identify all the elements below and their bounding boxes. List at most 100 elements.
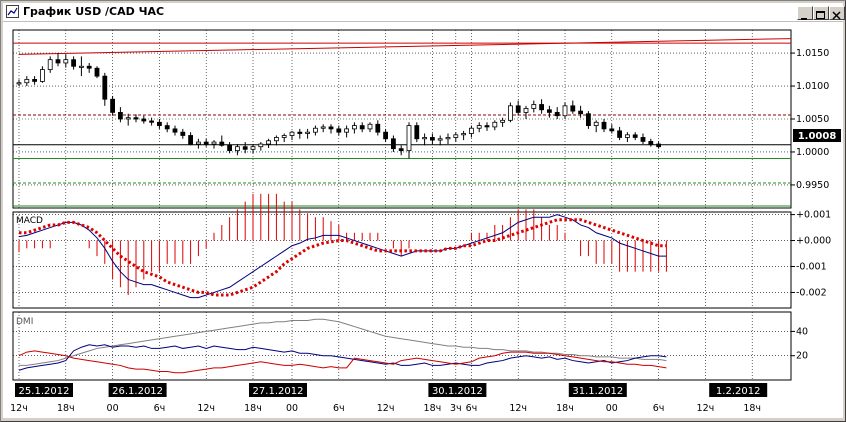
candle-body (453, 134, 459, 138)
candle-body (422, 137, 428, 140)
candle-body (250, 146, 256, 150)
candle-body (55, 59, 61, 64)
candle-body (133, 117, 139, 120)
candle-body (24, 79, 30, 84)
price-tick-label: 0.9950 (796, 180, 829, 191)
minimize-button[interactable] (797, 6, 813, 20)
candle-body (492, 121, 498, 128)
dmi-tick-label: 40 (796, 326, 808, 337)
hour-label: 18ч (743, 403, 761, 414)
candle-body (625, 134, 630, 138)
date-badge-label: 30.1.2012 (432, 386, 483, 397)
candle-body (609, 128, 615, 132)
close-icon (832, 11, 841, 20)
candle-body (632, 134, 638, 138)
candle-body (180, 131, 186, 136)
candle-body (258, 143, 264, 148)
chart-area: 1.0150 1.0100 1.0050 1.0000 0.9950 1.0008 +0… (3, 22, 843, 418)
date-badge-label: 26.1.2012 (112, 386, 163, 397)
macd-tick-label: -0.001 (796, 261, 827, 272)
candle-body (149, 120, 155, 123)
candle-body (305, 131, 311, 134)
candle-body (32, 79, 38, 82)
candle-body (234, 146, 240, 152)
candle-body (351, 125, 357, 130)
date-badge-label: 1.2.2012 (716, 386, 761, 397)
hour-label: 00 (107, 403, 119, 414)
dmi-tick-label: 20 (796, 351, 808, 362)
candle-body (507, 105, 513, 121)
candle-body (312, 127, 318, 133)
candle-body (47, 59, 53, 70)
candle-body (242, 146, 248, 150)
chart-background (3, 22, 843, 418)
candle-body (86, 65, 92, 69)
macd-tick-label: +0.000 (796, 236, 831, 247)
candle-body (211, 141, 217, 145)
close-button[interactable] (829, 6, 845, 20)
candle-body (468, 127, 474, 134)
price-tick-label: 1.0100 (796, 81, 829, 92)
hour-label: 12ч (697, 403, 715, 414)
candle-body (110, 98, 115, 113)
candle-body (539, 104, 544, 111)
candle-body (414, 125, 420, 140)
candle-body (515, 105, 521, 113)
maximize-button[interactable] (813, 6, 829, 20)
candle-body (40, 69, 45, 82)
candle-body (328, 126, 334, 130)
candle-body (648, 141, 654, 145)
minimize-icon (801, 18, 807, 20)
candle-body (336, 128, 342, 133)
candle-body (118, 112, 123, 120)
candle-body (570, 105, 576, 112)
candle-body (219, 141, 225, 146)
date-badge-label: 31.1.2012 (572, 386, 623, 397)
hour-label: 12ч (10, 403, 28, 414)
candle-body (554, 112, 560, 117)
hour-label: 12ч (509, 403, 527, 414)
hour-label: 6ч (154, 403, 166, 414)
hour-label: 18ч (57, 403, 75, 414)
candle-body (266, 140, 272, 145)
candle-body (523, 108, 529, 113)
hour-label: 12ч (197, 403, 215, 414)
maximize-icon (816, 11, 825, 19)
title-bar[interactable]: График USD /CAD ЧАС (3, 3, 845, 22)
candle-body (102, 75, 108, 100)
candle-body (71, 59, 76, 67)
candle-body (195, 141, 201, 145)
hour-label: 18ч (424, 403, 442, 414)
hour-label: 00 (286, 403, 298, 414)
candle-body (297, 131, 303, 134)
macd-title: MACD (16, 216, 43, 226)
dmi-title: DMI (16, 317, 33, 327)
date-badge-label: 27.1.2012 (253, 386, 304, 397)
candle-body (617, 130, 622, 138)
current-price-label: 1.0008 (798, 131, 837, 142)
candle-body (320, 126, 326, 129)
candle-body (593, 121, 599, 126)
candle-body (383, 131, 389, 140)
candle-body (484, 125, 490, 128)
price-tick-label: 1.0150 (796, 48, 829, 59)
candle-body (562, 105, 568, 117)
candle-body (79, 65, 84, 68)
candle-body (429, 137, 435, 141)
candle-body (203, 141, 209, 145)
hour-label: 6ч (653, 403, 665, 414)
candle-body (656, 143, 661, 148)
candle-body (172, 128, 178, 133)
hour-label: 12ч (377, 403, 395, 414)
candle-body (578, 110, 583, 115)
candle-body (461, 133, 467, 136)
candle-body (640, 137, 646, 142)
price-tick-label: 1.0000 (796, 147, 829, 158)
candle-body (63, 59, 69, 64)
window-title: График USD /CAD ЧАС (23, 5, 165, 18)
candle-body (437, 138, 443, 141)
hour-label: 00 (606, 403, 618, 414)
candle-body (586, 113, 591, 126)
candle-body (390, 138, 396, 150)
hour-label: 18ч (556, 403, 574, 414)
